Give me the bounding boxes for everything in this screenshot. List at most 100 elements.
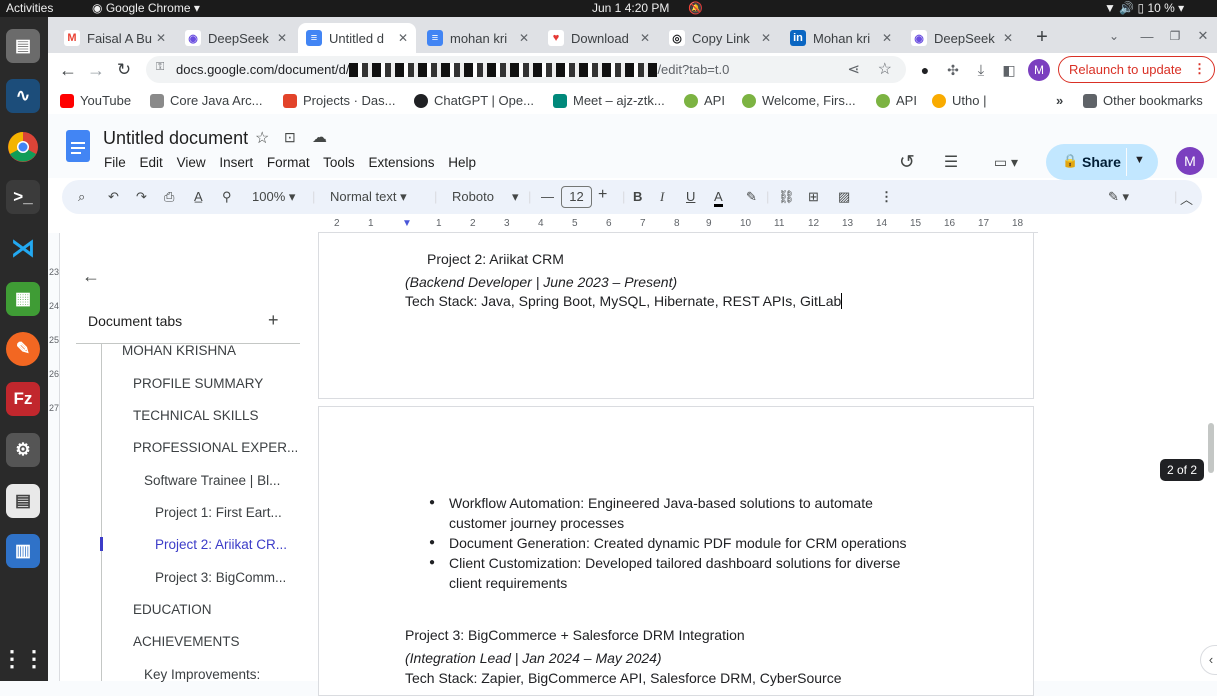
- add-tab-icon[interactable]: +: [268, 310, 279, 331]
- back-icon[interactable]: ←: [56, 58, 80, 82]
- status-icons[interactable]: ▼ 🔊 ▯ 10 % ▾: [1104, 1, 1184, 15]
- bookmark-api-2[interactable]: API: [876, 93, 917, 108]
- bookmark-star-icon[interactable]: ☆: [878, 59, 892, 79]
- indent-marker-icon[interactable]: ▼: [402, 218, 412, 229]
- decrease-font-size-icon[interactable]: —: [541, 189, 554, 204]
- underline-icon[interactable]: U: [686, 189, 695, 204]
- close-icon[interactable]: ✕: [761, 31, 771, 45]
- spreadsheet-icon[interactable]: ▦: [6, 282, 40, 316]
- tab-deepseek[interactable]: ◉ DeepSeek ✕: [177, 23, 295, 53]
- print-icon[interactable]: ⎙: [164, 189, 174, 205]
- italic-icon[interactable]: I: [660, 189, 664, 205]
- wireshark-icon[interactable]: ∿: [6, 79, 40, 113]
- bookmark-chatgpt[interactable]: ChatGPT | Ope...: [414, 93, 534, 108]
- font-select[interactable]: Roboto ▾: [452, 189, 519, 205]
- minimize-icon[interactable]: —: [1136, 25, 1158, 47]
- outline-item[interactable]: EDUCATION: [133, 602, 212, 617]
- close-icon[interactable]: ✕: [277, 31, 287, 45]
- reload-icon[interactable]: ↻: [112, 58, 136, 82]
- close-icon[interactable]: ✕: [882, 31, 892, 45]
- share-page-icon[interactable]: ⋖: [847, 60, 860, 78]
- relaunch-to-update-button[interactable]: Relaunch to update ⋮: [1058, 56, 1215, 83]
- side-panel-toggle-icon[interactable]: ‹: [1200, 645, 1217, 675]
- menu-view[interactable]: View: [177, 155, 206, 170]
- tab-copy-link[interactable]: ◎ Copy Link ✕: [661, 23, 779, 53]
- tab-mohan-doc[interactable]: ≡ mohan kri ✕: [419, 23, 537, 53]
- bookmark-youtube[interactable]: YouTube: [60, 93, 131, 108]
- bookmarks-overflow-icon[interactable]: »: [1056, 93, 1063, 108]
- extension-panda-icon[interactable]: ●: [914, 59, 936, 81]
- menu-format[interactable]: Format: [267, 155, 310, 170]
- outline-item[interactable]: PROFESSIONAL EXPER...: [133, 440, 298, 455]
- forward-icon[interactable]: →: [84, 58, 108, 82]
- bold-icon[interactable]: B: [633, 189, 642, 204]
- close-icon[interactable]: ✕: [398, 31, 408, 45]
- bookmark-meet[interactable]: Meet – ajz-ztk...: [553, 93, 665, 108]
- clock[interactable]: Jun 1 4:20 PM: [592, 1, 669, 15]
- menu-help[interactable]: Help: [448, 155, 476, 170]
- maximize-icon[interactable]: ❐: [1164, 25, 1186, 47]
- bookmark-core-java[interactable]: Core Java Arc...: [150, 93, 262, 108]
- activities-button[interactable]: Activities: [6, 1, 53, 15]
- close-window-icon[interactable]: ✕: [1192, 25, 1214, 47]
- close-icon[interactable]: ✕: [519, 31, 529, 45]
- search-menus-icon[interactable]: ⌕: [78, 189, 85, 205]
- version-history-icon[interactable]: ↺: [894, 150, 920, 174]
- bookmark-welcome[interactable]: Welcome, Firs...: [742, 93, 856, 108]
- star-icon[interactable]: ☆: [255, 128, 269, 148]
- zoom-select[interactable]: 100% ▾: [252, 189, 295, 205]
- share-dropdown-icon[interactable]: ▼: [1134, 154, 1145, 166]
- settings-icon[interactable]: ⚙: [6, 433, 40, 467]
- font-size-input[interactable]: 12: [561, 186, 592, 208]
- tab-deepseek-2[interactable]: ◉ DeepSeek ✕: [903, 23, 1021, 53]
- profile-avatar[interactable]: M: [1028, 59, 1050, 81]
- close-icon[interactable]: ✕: [156, 31, 166, 45]
- outline-item[interactable]: Project 3: BigComm...: [155, 570, 286, 585]
- outline-item[interactable]: MOHAN KRISHNA: [122, 343, 236, 358]
- outline-item[interactable]: PROFILE SUMMARY: [133, 376, 263, 391]
- document-page-2[interactable]: Workflow Automation: Engineered Java-bas…: [318, 406, 1034, 696]
- writer-icon[interactable]: ▥: [6, 534, 40, 568]
- site-info-icon[interactable]: ⚿: [156, 61, 164, 74]
- comments-icon[interactable]: ☰: [938, 150, 964, 174]
- add-comment-icon[interactable]: ⊞: [808, 189, 819, 205]
- redo-icon[interactable]: ↷: [136, 189, 147, 205]
- tab-untitled-document[interactable]: ≡ Untitled d ✕: [298, 23, 416, 53]
- menu-edit[interactable]: Edit: [140, 155, 163, 170]
- other-bookmarks[interactable]: Other bookmarks: [1083, 93, 1203, 108]
- paint-format-icon[interactable]: ⚲: [222, 189, 232, 205]
- increase-font-size-icon[interactable]: +: [598, 186, 607, 204]
- vscode-icon[interactable]: ⋊: [6, 231, 40, 265]
- download-icon[interactable]: ⤓: [970, 59, 992, 81]
- document-page-1[interactable]: Project 2: Ariikat CRM (Backend Develope…: [318, 233, 1034, 399]
- style-select[interactable]: Normal text ▾: [330, 189, 407, 205]
- terminal-icon[interactable]: >_: [6, 180, 40, 214]
- document-viewer-icon[interactable]: ▤: [6, 484, 40, 518]
- meet-call-icon[interactable]: ▭ ▾: [986, 150, 1026, 174]
- editing-mode-icon[interactable]: ✎ ▾: [1108, 189, 1129, 205]
- chrome-app-menu[interactable]: ◉ Google Chrome ▾: [92, 1, 200, 15]
- insert-link-icon[interactable]: ⛓: [778, 189, 795, 205]
- bookmark-projects[interactable]: Projects · Das...: [283, 93, 395, 108]
- outline-item[interactable]: Project 1: First Eart...: [155, 505, 282, 520]
- move-folder-icon[interactable]: ⊡: [284, 129, 296, 146]
- extensions-puzzle-icon[interactable]: ✣: [942, 59, 964, 81]
- spellcheck-icon[interactable]: A̲: [194, 189, 203, 204]
- document-title[interactable]: Untitled document: [103, 128, 248, 149]
- hide-menus-icon[interactable]: ︿: [1180, 189, 1193, 208]
- outline-item[interactable]: Key Improvements:: [144, 667, 260, 682]
- text-color-icon[interactable]: A: [714, 189, 723, 207]
- account-avatar[interactable]: M: [1176, 147, 1204, 175]
- postman-icon[interactable]: ✎: [6, 332, 40, 366]
- back-arrow-icon[interactable]: ←: [82, 266, 100, 287]
- menu-file[interactable]: File: [104, 155, 126, 170]
- menu-insert[interactable]: Insert: [219, 155, 253, 170]
- tab-linkedin[interactable]: in Mohan kri ✕: [782, 23, 900, 53]
- outline-item-selected[interactable]: Project 2: Ariikat CR...: [155, 537, 287, 552]
- cloud-saved-icon[interactable]: ☁: [312, 128, 327, 146]
- menu-extensions[interactable]: Extensions: [368, 155, 434, 170]
- close-icon[interactable]: ✕: [640, 31, 650, 45]
- tab-download[interactable]: ♥ Download ✕: [540, 23, 658, 53]
- more-tools-icon[interactable]: ⋮: [880, 189, 893, 205]
- docs-logo-icon[interactable]: [66, 130, 90, 162]
